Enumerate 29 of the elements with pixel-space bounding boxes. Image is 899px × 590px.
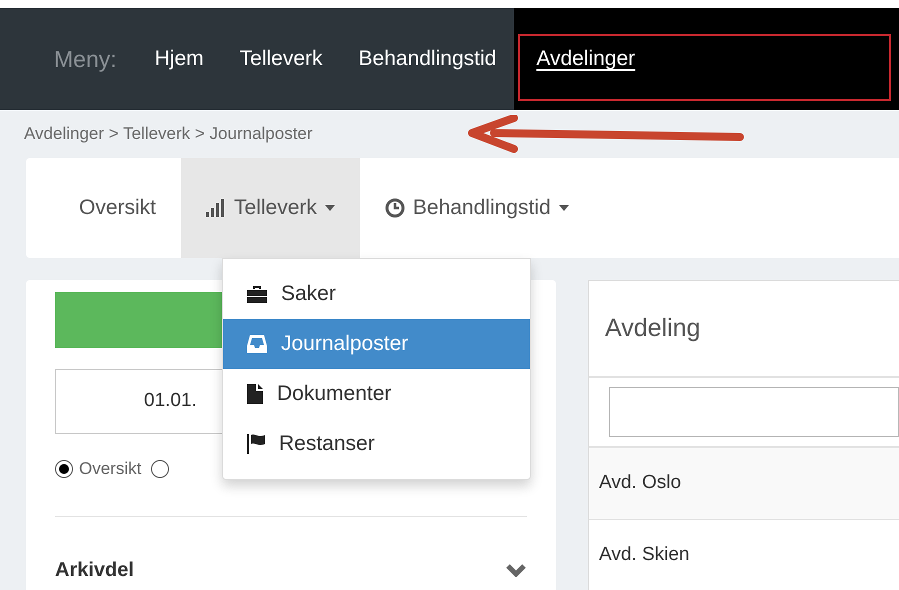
menu-item[interactable]: Restanser: [223, 419, 530, 469]
nav-link[interactable]: Behandlingstid: [340, 8, 514, 110]
flag-icon: [247, 434, 265, 454]
filter-input[interactable]: [609, 387, 899, 437]
panel-title: Avdeling: [605, 312, 700, 344]
tab[interactable]: Behandlingstid: [360, 158, 594, 258]
tab[interactable]: Oversikt: [54, 158, 182, 258]
chevron-icon[interactable]: [505, 562, 527, 576]
radio-label: Oversikt: [79, 458, 142, 480]
menu-item[interactable]: Dokumenter: [223, 369, 530, 419]
radio-button[interactable]: [151, 460, 170, 478]
table-cell: Avd. Oslo: [589, 448, 899, 520]
tab[interactable]: Telleverk: [181, 158, 360, 258]
bar-chart-icon: [206, 199, 226, 217]
radio-button[interactable]: [55, 460, 73, 478]
inbox-icon: [247, 334, 267, 354]
nav-link[interactable]: Telleverk: [222, 8, 341, 110]
menu-item[interactable]: Saker: [223, 269, 530, 319]
menu-label: Meny:: [54, 44, 117, 74]
clock-icon: [384, 198, 405, 218]
caret-icon: [558, 205, 569, 211]
nav-link[interactable]: Avdelinger: [514, 8, 899, 110]
breadcrumb: Avdelinger > Telleverk > Journalposter: [24, 123, 313, 146]
caret-icon: [324, 205, 335, 211]
briefcase-icon: [247, 285, 267, 303]
nav-link[interactable]: Hjem: [136, 8, 222, 110]
file-icon: [247, 384, 263, 404]
section-heading: Arkivdel: [55, 558, 134, 582]
menu-item[interactable]: Journalposter: [223, 319, 530, 369]
